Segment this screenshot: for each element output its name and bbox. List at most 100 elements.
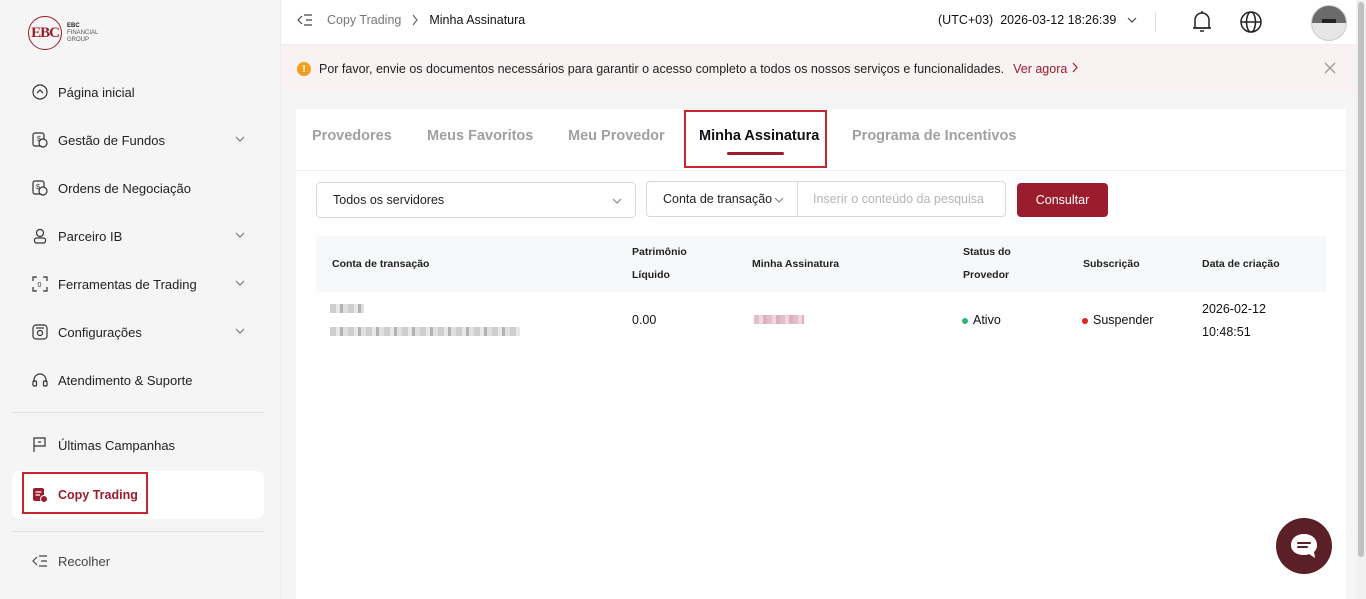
sidebar-nav: Página inicial $ Gestão de Fundos $ Orde… bbox=[12, 68, 264, 540]
search-group: Conta de transação bbox=[646, 181, 1006, 217]
tab-incentives[interactable]: Programa de Incentivos bbox=[852, 128, 1016, 144]
chevron-down-icon bbox=[235, 280, 245, 286]
sidebar-item-label: Ferramentas de Trading bbox=[58, 276, 197, 292]
sidebar-item-label: Gestão de Fundos bbox=[58, 132, 165, 148]
account-name-redacted bbox=[330, 298, 364, 321]
view-now-label: Ver agora bbox=[1013, 62, 1068, 76]
svg-text:$: $ bbox=[36, 184, 40, 191]
notice-banner: ! Por favor, envie os documentos necessá… bbox=[281, 45, 1363, 93]
chevron-down-icon bbox=[774, 197, 784, 203]
sidebar-item-label: Parceiro IB bbox=[58, 228, 123, 244]
avatar[interactable] bbox=[1311, 5, 1347, 41]
chat-support-button[interactable] bbox=[1276, 518, 1332, 574]
th-provider-status-line1: Status do bbox=[963, 246, 1011, 258]
funds-icon: $ bbox=[32, 132, 48, 148]
logo-line-2: FINANCIAL bbox=[67, 29, 99, 36]
logo-line-1: EBC bbox=[67, 22, 80, 29]
th-provider-status-line2: Provedor bbox=[963, 269, 1010, 281]
search-type-select[interactable]: Conta de transação bbox=[647, 182, 798, 216]
partner-icon bbox=[32, 228, 48, 244]
search-type-value: Conta de transação bbox=[663, 192, 773, 206]
chevron-right-icon bbox=[1072, 62, 1078, 73]
notice-text: Por favor, envie os documentos necessári… bbox=[319, 62, 1005, 76]
subscription-status: Suspender bbox=[1082, 309, 1153, 332]
provider-status: Ativo bbox=[962, 309, 1001, 332]
status-dot-active bbox=[962, 317, 968, 324]
logo-mark: EBC bbox=[28, 16, 62, 50]
breadcrumb-current: Minha Assinatura bbox=[429, 13, 526, 27]
th-subscription-name: Minha Assinatura bbox=[752, 258, 840, 270]
provider-status-label: Ativo bbox=[973, 313, 1001, 327]
bell-icon[interactable] bbox=[1191, 10, 1213, 34]
logo[interactable]: EBC EBC FINANCIAL GROUP bbox=[28, 16, 98, 50]
status-dot-suspended bbox=[1082, 317, 1088, 324]
tab-providers[interactable]: Provedores bbox=[312, 128, 392, 144]
table-row[interactable]: 0.00 Ativo Suspender 2026-02-12 10:48:51 bbox=[316, 292, 1326, 352]
equity-value: 0.00 bbox=[632, 313, 657, 327]
sidebar-item-label: Ordens de Negociação bbox=[58, 180, 191, 196]
created-date: 2026-02-12 bbox=[1202, 302, 1266, 316]
close-icon[interactable] bbox=[1323, 61, 1337, 75]
query-button[interactable]: Consultar bbox=[1017, 183, 1108, 217]
chevron-down-icon bbox=[1127, 17, 1137, 23]
timezone-selector[interactable]: (UTC+03) 2026-03-12 18:26:39 bbox=[938, 13, 1138, 27]
sidebar-item-label: Últimas Campanhas bbox=[58, 437, 176, 453]
sidebar-item-funds[interactable]: $ Gestão de Fundos bbox=[12, 116, 264, 164]
sidebar-divider bbox=[12, 531, 264, 532]
breadcrumb-copy-trading[interactable]: Copy Trading bbox=[327, 13, 401, 27]
tab-bar: Provedores Meus Favoritos Meu Provedor M… bbox=[296, 109, 1346, 171]
home-icon bbox=[32, 84, 48, 100]
chat-icon bbox=[1291, 534, 1317, 558]
warning-icon: ! bbox=[297, 62, 311, 76]
search-input[interactable] bbox=[798, 182, 1005, 216]
breadcrumb: Copy Trading Minha Assinatura bbox=[297, 13, 525, 27]
sidebar-item-settings[interactable]: Configurações bbox=[12, 308, 264, 356]
collapse-label: Recolher bbox=[58, 553, 111, 569]
sidebar-item-support[interactable]: Atendimento & Suporte bbox=[12, 356, 264, 404]
svg-text:0: 0 bbox=[38, 282, 42, 289]
collapse-button[interactable]: Recolher bbox=[32, 553, 110, 569]
top-bar: Copy Trading Minha Assinatura (UTC+03) 2… bbox=[281, 0, 1363, 45]
server-select-value: Todos os servidores bbox=[333, 193, 445, 207]
th-equity-line1: Patrimônio bbox=[632, 246, 687, 258]
active-tab-indicator bbox=[727, 152, 784, 155]
th-equity-line2: Líquido bbox=[632, 269, 670, 281]
tab-favorites[interactable]: Meus Favoritos bbox=[427, 128, 533, 144]
sidebar-item-tools[interactable]: 0 Ferramentas de Trading bbox=[12, 260, 264, 308]
created-time: 10:48:51 bbox=[1202, 325, 1251, 339]
sidebar-item-label: Atendimento & Suporte bbox=[58, 372, 193, 388]
subscription-table: Conta de transação Patrimônio Líquido Mi… bbox=[316, 236, 1326, 352]
view-now-link[interactable]: Ver agora bbox=[1013, 62, 1079, 76]
sidebar-divider bbox=[12, 412, 264, 413]
sidebar-item-home[interactable]: Página inicial bbox=[12, 68, 264, 116]
sidebar-item-orders[interactable]: $ Ordens de Negociação bbox=[12, 164, 264, 212]
timezone-label: (UTC+03) bbox=[938, 13, 994, 27]
sidebar-item-partner[interactable]: Parceiro IB bbox=[12, 212, 264, 260]
account-email-redacted bbox=[330, 321, 520, 344]
datetime-label: 2026-03-12 18:26:39 bbox=[1000, 13, 1117, 27]
svg-text:$: $ bbox=[37, 136, 41, 143]
subscription-name-redacted[interactable] bbox=[754, 309, 804, 332]
scrollbar[interactable] bbox=[1356, 0, 1366, 599]
server-select[interactable]: Todos os servidores bbox=[316, 182, 636, 218]
th-created: Data de criação bbox=[1202, 258, 1280, 270]
main-content: Provedores Meus Favoritos Meu Provedor M… bbox=[296, 109, 1346, 599]
collapse-icon bbox=[32, 553, 48, 569]
tools-icon: 0 bbox=[32, 276, 48, 292]
th-subscription: Subscrição bbox=[1083, 258, 1140, 270]
headset-icon bbox=[32, 372, 48, 388]
chevron-down-icon bbox=[235, 136, 245, 142]
tab-my-provider[interactable]: Meu Provedor bbox=[568, 128, 665, 144]
th-account: Conta de transação bbox=[332, 258, 430, 270]
sidebar-item-copy-trading[interactable]: Copy Trading bbox=[12, 471, 264, 519]
scrollbar-thumb[interactable] bbox=[1358, 2, 1364, 557]
sidebar: EBC EBC FINANCIAL GROUP Página inicial $… bbox=[0, 0, 281, 599]
sidebar-item-label: Configurações bbox=[58, 324, 142, 340]
sidebar-item-campaigns[interactable]: Últimas Campanhas bbox=[12, 421, 264, 469]
sidebar-item-label: Página inicial bbox=[58, 84, 135, 100]
tab-my-subscription[interactable]: Minha Assinatura bbox=[699, 128, 819, 144]
highlight-box bbox=[22, 472, 148, 514]
orders-icon: $ bbox=[32, 180, 48, 196]
menu-fold-icon[interactable] bbox=[297, 13, 313, 27]
globe-icon[interactable] bbox=[1239, 10, 1263, 34]
